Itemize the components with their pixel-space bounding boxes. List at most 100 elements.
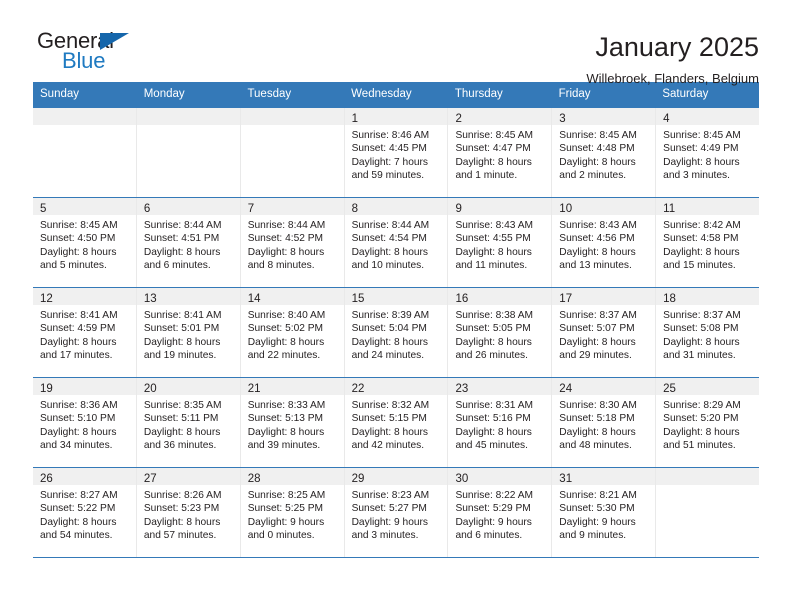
day-info: Sunrise: 8:44 AM Sunset: 4:54 PM Dayligh… [345, 215, 448, 273]
daylight-text-line2: and 59 minutes. [351, 170, 425, 182]
day-number: 20 [143, 383, 157, 395]
day-cell[interactable] [656, 468, 760, 557]
day-cell[interactable]: 27 Sunrise: 8:26 AM Sunset: 5:23 PM Dayl… [136, 468, 241, 557]
daylight-text-line1: Daylight: 8 hours [559, 246, 636, 258]
weekday-header-row: Sunday Monday Tuesday Wednesday Thursday… [33, 82, 759, 107]
day-number-band: 30 [448, 468, 552, 485]
day-info: Sunrise: 8:37 AM Sunset: 5:07 PM Dayligh… [552, 305, 655, 363]
sunrise-text: Sunrise: 8:23 AM [351, 490, 430, 501]
day-number: 17 [559, 293, 573, 305]
day-cell[interactable] [136, 108, 241, 197]
sunrise-text: Sunrise: 8:44 AM [351, 220, 430, 231]
daylight-text-line1: Daylight: 8 hours [40, 426, 117, 438]
daylight-text-line2: and 10 minutes. [351, 260, 425, 272]
day-cell[interactable]: 22 Sunrise: 8:32 AM Sunset: 5:15 PM Dayl… [344, 378, 449, 467]
daylight-text-line1: Daylight: 8 hours [455, 246, 532, 258]
day-cell[interactable]: 29 Sunrise: 8:23 AM Sunset: 5:27 PM Dayl… [344, 468, 449, 557]
day-cell[interactable]: 15 Sunrise: 8:39 AM Sunset: 5:04 PM Dayl… [344, 288, 449, 377]
day-cell[interactable]: 13 Sunrise: 8:41 AM Sunset: 5:01 PM Dayl… [136, 288, 241, 377]
day-cell[interactable]: 6 Sunrise: 8:44 AM Sunset: 4:51 PM Dayli… [136, 198, 241, 287]
day-info: Sunrise: 8:38 AM Sunset: 5:05 PM Dayligh… [448, 305, 551, 363]
day-number: 11 [663, 203, 676, 215]
daylight-text-line1: Daylight: 8 hours [40, 336, 117, 348]
sunrise-text: Sunrise: 8:45 AM [663, 130, 741, 141]
day-cell[interactable]: 18 Sunrise: 8:37 AM Sunset: 5:08 PM Dayl… [656, 288, 760, 377]
day-cell[interactable]: 8 Sunrise: 8:44 AM Sunset: 4:54 PM Dayli… [344, 198, 449, 287]
day-number-band: 14 [240, 288, 344, 305]
day-cell[interactable]: 30 Sunrise: 8:22 AM Sunset: 5:29 PM Dayl… [448, 468, 553, 557]
day-cell[interactable] [240, 108, 345, 197]
page-header: General Blue January 2025 Willebroek, Fl… [33, 0, 759, 87]
daylight-text-line2: and 24 minutes. [351, 350, 425, 362]
day-cell[interactable]: 28 Sunrise: 8:25 AM Sunset: 5:25 PM Dayl… [240, 468, 345, 557]
day-number: 6 [143, 203, 151, 215]
day-cell[interactable]: 10 Sunrise: 8:43 AM Sunset: 4:56 PM Dayl… [552, 198, 657, 287]
day-cell[interactable]: 3 Sunrise: 8:45 AM Sunset: 4:48 PM Dayli… [552, 108, 657, 197]
sunrise-text: Sunrise: 8:26 AM [143, 490, 222, 501]
sunrise-text: Sunrise: 8:31 AM [455, 400, 534, 411]
day-number-band: 11 [656, 198, 760, 215]
sunset-text: Sunset: 5:29 PM [455, 503, 531, 515]
day-number-band [656, 468, 760, 485]
day-cell[interactable]: 1 Sunrise: 8:46 AM Sunset: 4:45 PM Dayli… [344, 108, 449, 197]
daylight-text-line2: and 3 minutes. [351, 530, 419, 542]
daylight-text-line2: and 51 minutes. [663, 440, 736, 452]
sunrise-text: Sunrise: 8:27 AM [40, 490, 118, 501]
day-cell[interactable]: 14 Sunrise: 8:40 AM Sunset: 5:02 PM Dayl… [240, 288, 345, 377]
sunrise-text: Sunrise: 8:43 AM [559, 220, 637, 231]
day-info: Sunrise: 8:45 AM Sunset: 4:49 PM Dayligh… [656, 125, 759, 183]
weekday-header-sunday: Sunday [40, 88, 80, 100]
sunrise-text: Sunrise: 8:45 AM [455, 130, 534, 141]
sunrise-text: Sunrise: 8:41 AM [143, 310, 222, 321]
day-number: 5 [40, 203, 47, 215]
day-cell[interactable]: 9 Sunrise: 8:43 AM Sunset: 4:55 PM Dayli… [448, 198, 553, 287]
day-cell[interactable]: 12 Sunrise: 8:41 AM Sunset: 4:59 PM Dayl… [33, 288, 137, 377]
day-cell[interactable]: 17 Sunrise: 8:37 AM Sunset: 5:07 PM Dayl… [552, 288, 657, 377]
daylight-text-line1: Daylight: 8 hours [351, 336, 429, 348]
day-cell[interactable]: 20 Sunrise: 8:35 AM Sunset: 5:11 PM Dayl… [136, 378, 241, 467]
day-info: Sunrise: 8:45 AM Sunset: 4:50 PM Dayligh… [33, 215, 136, 273]
day-cell[interactable]: 25 Sunrise: 8:29 AM Sunset: 5:20 PM Dayl… [656, 378, 760, 467]
weekday-header-monday: Monday [143, 88, 185, 100]
day-number-band: 1 [344, 108, 448, 125]
sunrise-text: Sunrise: 8:36 AM [40, 400, 118, 411]
daylight-text-line2: and 3 minutes. [663, 170, 730, 182]
day-cell[interactable]: 16 Sunrise: 8:38 AM Sunset: 5:05 PM Dayl… [448, 288, 553, 377]
day-number: 1 [351, 113, 358, 125]
day-cell[interactable]: 11 Sunrise: 8:42 AM Sunset: 4:58 PM Dayl… [656, 198, 760, 287]
sunset-text: Sunset: 5:22 PM [40, 503, 116, 515]
day-number: 25 [663, 383, 676, 395]
day-cell[interactable]: 26 Sunrise: 8:27 AM Sunset: 5:22 PM Dayl… [33, 468, 137, 557]
sunset-text: Sunset: 5:16 PM [455, 413, 531, 425]
day-info: Sunrise: 8:32 AM Sunset: 5:15 PM Dayligh… [345, 395, 448, 453]
day-cell[interactable]: 5 Sunrise: 8:45 AM Sunset: 4:50 PM Dayli… [33, 198, 137, 287]
day-cell[interactable]: 19 Sunrise: 8:36 AM Sunset: 5:10 PM Dayl… [33, 378, 137, 467]
day-number: 10 [559, 203, 573, 215]
day-cell[interactable]: 31 Sunrise: 8:21 AM Sunset: 5:30 PM Dayl… [552, 468, 657, 557]
day-cell[interactable] [33, 108, 137, 197]
day-number-band: 17 [552, 288, 656, 305]
day-number: 2 [455, 113, 462, 125]
daylight-text-line2: and 0 minutes. [247, 530, 315, 542]
sunset-text: Sunset: 4:48 PM [559, 143, 635, 155]
daylight-text-line1: Daylight: 8 hours [143, 246, 221, 258]
sunset-text: Sunset: 4:55 PM [455, 233, 531, 245]
day-number: 12 [40, 293, 53, 305]
day-cell[interactable]: 21 Sunrise: 8:33 AM Sunset: 5:13 PM Dayl… [240, 378, 345, 467]
calendar-grid: Sunday Monday Tuesday Wednesday Thursday… [33, 82, 760, 558]
day-cell[interactable]: 24 Sunrise: 8:30 AM Sunset: 5:18 PM Dayl… [552, 378, 657, 467]
day-number-band: 28 [240, 468, 344, 485]
day-number-band: 29 [344, 468, 448, 485]
day-number: 13 [143, 293, 157, 305]
day-cell[interactable]: 23 Sunrise: 8:31 AM Sunset: 5:16 PM Dayl… [448, 378, 553, 467]
daylight-text-line1: Daylight: 8 hours [663, 246, 740, 258]
day-cell[interactable]: 4 Sunrise: 8:45 AM Sunset: 4:49 PM Dayli… [656, 108, 760, 197]
day-number-band: 27 [136, 468, 240, 485]
day-info: Sunrise: 8:44 AM Sunset: 4:52 PM Dayligh… [241, 215, 344, 273]
day-number: 27 [143, 473, 157, 485]
general-blue-logo[interactable]: General Blue [33, 30, 157, 78]
day-cell[interactable]: 7 Sunrise: 8:44 AM Sunset: 4:52 PM Dayli… [240, 198, 345, 287]
daylight-text-line2: and 5 minutes. [40, 260, 107, 272]
day-number-band: 5 [33, 198, 136, 215]
day-cell[interactable]: 2 Sunrise: 8:45 AM Sunset: 4:47 PM Dayli… [448, 108, 553, 197]
